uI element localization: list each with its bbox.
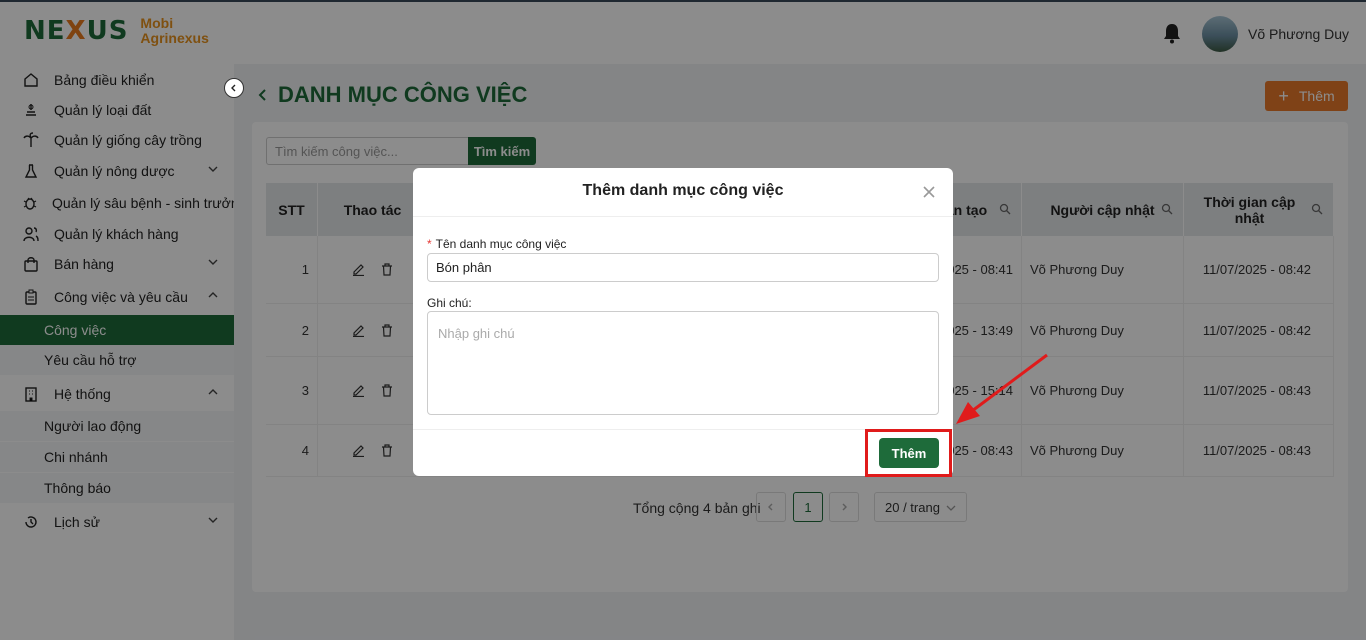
required-marker: * [427,237,432,251]
modal-divider [413,216,953,217]
annotation-arrow [956,353,1048,424]
note-textarea[interactable]: Nhập ghi chú [427,311,939,415]
close-icon[interactable] [921,184,937,200]
note-field-label: Ghi chú: [427,296,472,310]
name-label-text: Tên danh mục công việc [435,237,567,251]
category-name-input[interactable]: Bón phân [427,253,939,282]
chevron-left-icon [231,84,236,92]
modal-title: Thêm danh mục công việc [582,182,784,199]
name-field-label: * Tên danh mục công việc [427,237,566,251]
sidebar-collapse-button[interactable] [224,78,244,98]
annotation-highlight-box [865,429,952,477]
